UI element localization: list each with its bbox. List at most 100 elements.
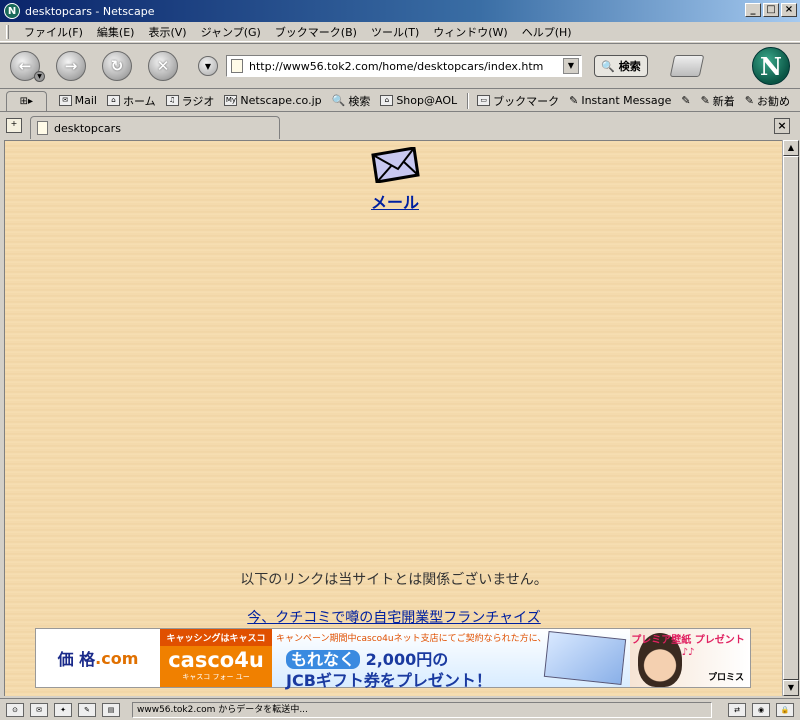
link-icon: ✎ xyxy=(569,94,579,107)
personal-toolbar: ⊞▸ ✉ Mail ⌂ ホーム ♫ ラジオ My Netscape.co.jp 🔍 検索 … xyxy=(0,90,800,112)
toolbar-item-label: Mail xyxy=(74,94,97,107)
back-button[interactable]: ← ▼ xyxy=(10,51,45,82)
toolbar-item-bookmarks[interactable]: ▭ ブックマーク xyxy=(477,93,559,109)
campaign-line-3: JCBギフト券をプレゼント！ xyxy=(286,671,492,690)
back-arrow-icon: ← xyxy=(18,57,32,75)
menu-edit[interactable]: 編集(E) xyxy=(90,24,142,40)
toolbar-item-new[interactable]: ✎ 新着 xyxy=(701,93,735,109)
toolbar-item-label: Netscape.co.jp xyxy=(240,94,322,107)
search-button-label: 検索 xyxy=(618,60,641,73)
security-lock-icon[interactable]: 🔒 xyxy=(776,702,794,717)
composer-icon[interactable]: ✎ xyxy=(78,702,96,717)
toolbar-item-shop[interactable]: ⌂ Shop@AOL xyxy=(380,94,457,107)
back-dropdown-icon[interactable]: ▼ xyxy=(34,71,45,82)
toolbar-item-recommended[interactable]: ✎ お勧め xyxy=(745,93,790,109)
toolbar-item-label: ホーム xyxy=(122,94,156,108)
magnifier-icon: 🔍 xyxy=(601,59,615,73)
toolbar-item-label: ブックマーク xyxy=(493,94,560,108)
premium-wallpaper-text: プレミア壁紙 プレゼント ♪♪ xyxy=(631,635,745,658)
new-tab-icon[interactable]: + xyxy=(6,118,22,133)
toolbar-item-home[interactable]: ⌂ ホーム xyxy=(106,93,156,109)
url-input[interactable] xyxy=(249,59,559,73)
mail-status-icon[interactable]: ✉ xyxy=(30,702,48,717)
url-dropdown-icon[interactable]: ▼ xyxy=(563,58,579,74)
folder-icon: ▭ xyxy=(477,95,491,106)
status-bar: ⊙ ✉ ✦ ✎ ▤ www56.tok2.com からデータを転送中... ⇄ … xyxy=(0,698,800,720)
netscape-logo[interactable]: N xyxy=(752,47,790,85)
promise-brand: プロミス xyxy=(707,673,744,683)
online-status-icon[interactable]: ⇄ xyxy=(728,702,746,717)
kakaku-com-text: .com xyxy=(95,648,139,668)
casco-brand: casco4u xyxy=(168,648,264,672)
scroll-thumb[interactable] xyxy=(783,156,799,680)
search-button[interactable]: 🔍 検索 xyxy=(594,55,648,77)
privacy-icon[interactable]: ◉ xyxy=(752,702,770,717)
reload-button[interactable]: ↻ xyxy=(102,51,132,81)
scroll-down-button[interactable]: ▼ xyxy=(783,680,799,696)
forward-button[interactable]: → xyxy=(56,51,86,81)
maximize-button[interactable]: □ xyxy=(763,3,779,17)
forward-arrow-icon: → xyxy=(64,57,78,75)
status-indicators: ⇄ ◉ 🔒 xyxy=(728,702,794,717)
addressbook-icon[interactable]: ▤ xyxy=(102,702,120,717)
navigation-toolbar: ←▼ → ↻ ✕ ▼ ▼ 🔍 検索 N xyxy=(0,43,800,89)
franchise-ad-link[interactable]: 今、クチコミで噂の自宅開業型フランチャイズ xyxy=(5,607,782,627)
menu-tools[interactable]: ツール(T) xyxy=(364,24,426,40)
toolbar-tab-icon[interactable]: ⊞▸ xyxy=(6,90,47,111)
mail-icon: ✉ xyxy=(58,95,72,106)
scroll-up-button[interactable]: ▲ xyxy=(783,140,799,156)
menu-file[interactable]: ファイル(F) xyxy=(17,24,90,40)
document-icon xyxy=(37,121,48,135)
close-tab-button[interactable]: × xyxy=(774,118,790,134)
tab-label: desktopcars xyxy=(54,121,121,135)
url-history-dropdown[interactable]: ▼ xyxy=(198,56,218,76)
print-icon[interactable] xyxy=(669,55,705,77)
menu-bookmarks[interactable]: ブックマーク(B) xyxy=(268,24,364,40)
close-window-button[interactable]: × xyxy=(781,3,797,17)
stop-button[interactable]: ✕ xyxy=(148,51,178,81)
menu-grip[interactable] xyxy=(6,24,9,39)
kakaku-logo[interactable]: 価 格 .com xyxy=(36,629,160,687)
toolbar-separator xyxy=(467,92,470,109)
tab-desktopcars[interactable]: desktopcars xyxy=(30,116,280,139)
toolbar-item-mail[interactable]: ✉ Mail xyxy=(58,94,97,107)
campaign-line-1: キャンペーン期間中casco4uネット支店にてご契約なられた方に、 xyxy=(276,634,547,644)
toolbar-item-radio[interactable]: ♫ ラジオ xyxy=(165,93,215,109)
toolbar-item-label: Shop@AOL xyxy=(396,94,458,107)
mail-link-label: メール xyxy=(370,193,419,212)
reload-icon: ↻ xyxy=(110,57,124,75)
url-bar[interactable]: ▼ xyxy=(226,55,582,77)
vertical-scrollbar[interactable]: ▲ ▼ xyxy=(782,140,799,696)
toolbar-item-link[interactable]: ✎ xyxy=(681,94,690,107)
toolbar-item-label: お勧め xyxy=(757,94,790,108)
aim-icon[interactable]: ✦ xyxy=(54,702,72,717)
toolbar-item-netscape[interactable]: My Netscape.co.jp xyxy=(224,94,322,107)
toolbar-item-label: ラジオ xyxy=(181,94,215,108)
advertisement-banner[interactable]: 価 格 .com キャッシングはキャスコ casco4u キャスコ フォー ユー … xyxy=(35,628,751,690)
menu-help[interactable]: ヘルプ(H) xyxy=(515,24,579,40)
search-icon: 🔍 xyxy=(331,94,346,107)
navigator-icon[interactable]: ⊙ xyxy=(6,702,24,717)
netscape-app-icon[interactable]: N xyxy=(4,3,20,19)
link-icon: ✎ xyxy=(700,94,710,107)
casco-logo[interactable]: キャッシングはキャスコ casco4u キャスコ フォー ユー xyxy=(160,629,272,687)
toolbar-item-label: 検索 xyxy=(348,94,371,108)
menu-window[interactable]: ウィンドウ(W) xyxy=(426,24,514,40)
minimize-button[interactable]: _ xyxy=(745,3,761,17)
menu-go[interactable]: ジャンプ(G) xyxy=(194,24,268,40)
home-icon: ⌂ xyxy=(106,95,120,106)
casco-tagline: キャッシングはキャスコ xyxy=(160,629,272,646)
toolbar-item-label: Instant Message xyxy=(581,94,672,107)
promise-ad[interactable]: プレミア壁紙 プレゼント ♪♪ プロミス xyxy=(630,629,750,687)
menu-view[interactable]: 表示(V) xyxy=(141,24,193,40)
mail-link[interactable]: メール xyxy=(365,147,425,213)
title-bar: N desktopcars - Netscape _ □ × xyxy=(0,0,800,22)
headphones-icon: ♫ xyxy=(165,95,179,106)
shop-icon: ⌂ xyxy=(380,95,394,106)
kakaku-text: 価 格 xyxy=(57,650,96,669)
campaign-panel[interactable]: キャンペーン期間中casco4uネット支店にてご契約なられた方に、 もれなく 2… xyxy=(272,629,630,690)
toolbar-item-search[interactable]: 🔍 検索 xyxy=(332,93,371,109)
toolbar-item-instant-message[interactable]: ✎ Instant Message xyxy=(569,94,671,107)
menu-bar: ファイル(F) 編集(E) 表示(V) ジャンプ(G) ブックマーク(B) ツー… xyxy=(0,22,800,42)
toolbar-item-label: 新着 xyxy=(712,94,735,108)
